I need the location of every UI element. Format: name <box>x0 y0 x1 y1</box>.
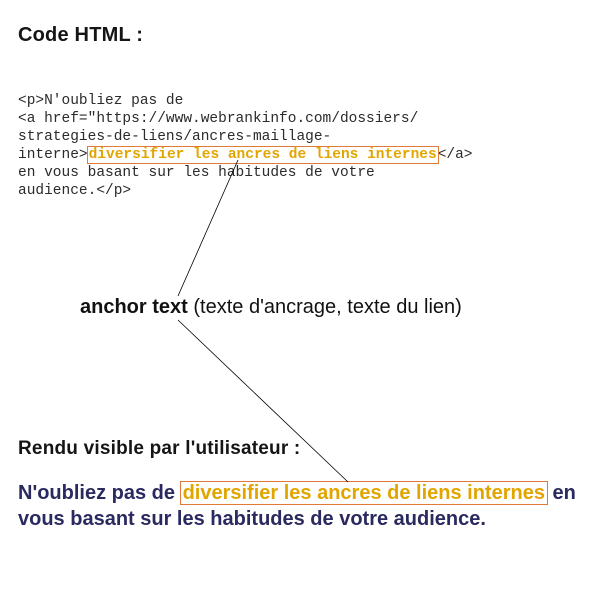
code-line-1: <p>N'oubliez pas de <box>18 93 183 109</box>
code-line-4-post: </a> <box>438 147 473 163</box>
rendered-paragraph: N'oubliez pas de diversifier les ancres … <box>18 480 578 532</box>
heading-rendered: Rendu visible par l'utilisateur : <box>18 438 578 460</box>
code-line-2: <a href="https://www.webrankinfo.com/dos… <box>18 111 418 127</box>
code-line-4-pre: interne> <box>18 147 88 163</box>
anchor-text-label: anchor text (texte d'ancrage, texte du l… <box>80 296 560 319</box>
code-anchor-text-highlight: diversifier les ancres de liens internes <box>88 147 438 163</box>
heading-code-html: Code HTML : <box>18 24 578 47</box>
anchor-text-label-rest: (texte d'ancrage, texte du lien) <box>188 296 462 318</box>
rendered-anchor-link[interactable]: diversifier les ancres de liens internes <box>181 482 547 504</box>
rendered-pre-text: N'oubliez pas de <box>18 482 181 504</box>
code-block: <p>N'oubliez pas de <a href="https://www… <box>18 92 578 200</box>
figure-canvas: Code HTML : <p>N'oubliez pas de <a href=… <box>0 0 600 600</box>
code-line-3: strategies-de-liens/ancres-maillage- <box>18 129 331 145</box>
anchor-text-label-bold: anchor text <box>80 296 188 318</box>
code-line-5: en vous basant sur les habitudes de votr… <box>18 165 375 181</box>
code-line-6: audience.</p> <box>18 183 131 199</box>
